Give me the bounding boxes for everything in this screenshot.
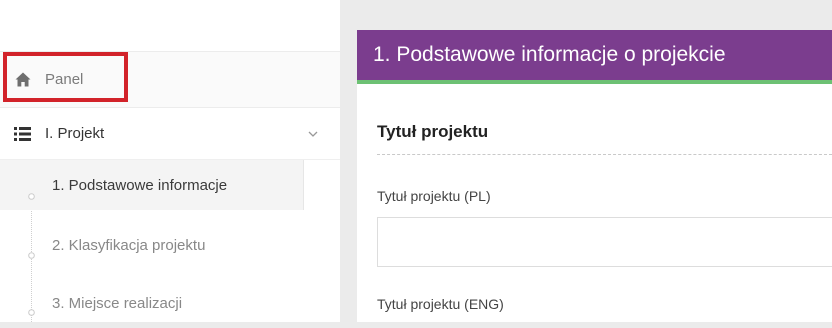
sidebar-item-panel[interactable]: Panel bbox=[0, 51, 340, 108]
section-header: 1. Podstawowe informacje o projekcie bbox=[357, 30, 832, 84]
sidebar-subitem-label: 3. Miejsce realizacji bbox=[52, 294, 183, 312]
tree-node-icon bbox=[28, 193, 35, 200]
sidebar-item-label: Panel bbox=[45, 71, 84, 88]
list-icon bbox=[14, 126, 31, 141]
sidebar-subitem-podstawowe-informacje[interactable]: 1. Podstawowe informacje bbox=[0, 160, 304, 210]
tree-node-icon bbox=[28, 252, 35, 259]
sidebar-item-label: I. Projekt bbox=[45, 125, 105, 142]
tree-node-icon bbox=[28, 309, 35, 316]
chevron-down-icon[interactable] bbox=[306, 127, 320, 141]
sidebar-subitem-klasyfikacja-projektu[interactable]: 2. Klasyfikacja projektu bbox=[0, 220, 340, 270]
title-pl-input[interactable] bbox=[377, 217, 832, 267]
sidebar-subitem-label: 2. Klasyfikacja projektu bbox=[52, 236, 206, 254]
home-icon bbox=[15, 72, 31, 87]
sidebar-subitem-miejsce-realizacji[interactable]: 3. Miejsce realizacji bbox=[0, 278, 340, 328]
sidebar-subitem-label: 1. Podstawowe informacje bbox=[52, 176, 228, 194]
section-divider bbox=[377, 154, 832, 155]
page-title: 1. Podstawowe informacje o projekcie bbox=[373, 43, 726, 66]
title-pl-label: Tytuł projektu (PL) bbox=[377, 188, 491, 204]
title-eng-label: Tytuł projektu (ENG) bbox=[377, 296, 504, 312]
sidebar-item-project[interactable]: I. Projekt bbox=[0, 108, 340, 160]
sidebar: Panel I. Projekt 1. Podstawowe informacj… bbox=[0, 0, 340, 322]
main-content: 1. Podstawowe informacje o projekcie Tyt… bbox=[357, 30, 832, 322]
section-title: Tytuł projektu bbox=[377, 122, 489, 141]
